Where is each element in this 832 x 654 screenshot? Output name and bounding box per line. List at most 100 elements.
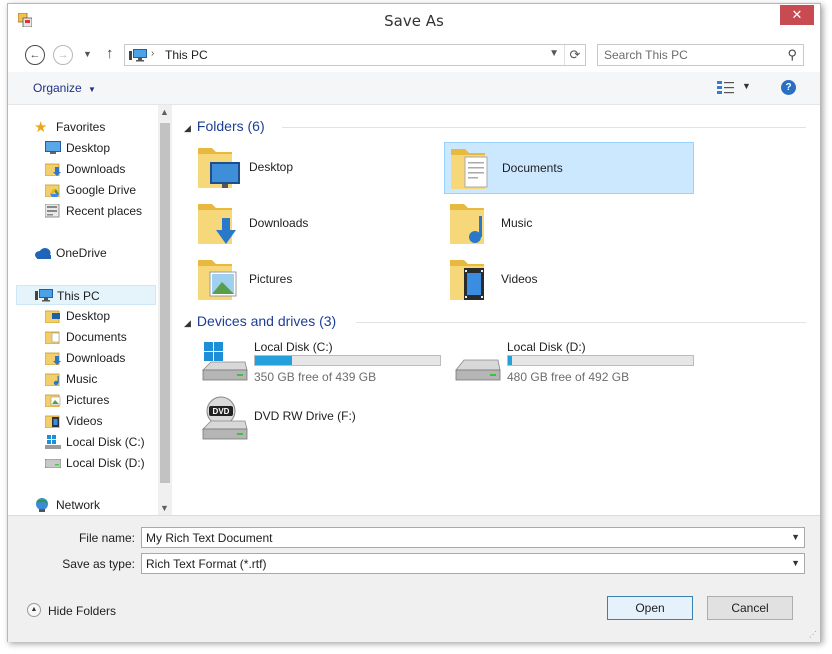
organize-label: Organize bbox=[33, 81, 82, 95]
chevron-down-icon[interactable]: ▼ bbox=[791, 558, 800, 568]
save-as-dialog: Save As ✕ ← → ▼ ↑ › This PC ▼ ⟳ ⚲ Organi… bbox=[7, 3, 821, 642]
close-button[interactable]: ✕ bbox=[780, 5, 814, 25]
forward-button[interactable]: → bbox=[53, 45, 73, 65]
chevron-down-icon: ▼ bbox=[88, 85, 96, 94]
folder-tile-videos[interactable]: Videos bbox=[444, 254, 694, 306]
search-icon[interactable]: ⚲ bbox=[787, 47, 797, 63]
command-toolbar: Organize ▼ ▼ ? bbox=[8, 72, 820, 105]
drive-usage-fill bbox=[255, 356, 292, 365]
drive-icon bbox=[455, 359, 501, 381]
sidebar-item-google-drive[interactable]: Google Drive bbox=[16, 180, 156, 200]
google-drive-folder-icon bbox=[45, 184, 60, 197]
sidebar-item-pc-downloads[interactable]: Downloads bbox=[16, 348, 156, 368]
sidebar-item-recent-places[interactable]: Recent places bbox=[16, 201, 156, 221]
onedrive-cloud-icon bbox=[35, 248, 51, 259]
devices-group-header[interactable]: ◢ Devices and drives (3) bbox=[184, 313, 336, 329]
navigation-bar: ← → ▼ ↑ › This PC ▼ ⟳ ⚲ bbox=[8, 40, 820, 70]
chevron-down-icon[interactable]: ▼ bbox=[791, 532, 800, 542]
downloads-folder-icon bbox=[45, 163, 61, 176]
search-box[interactable]: ⚲ bbox=[597, 44, 804, 66]
address-dropdown-icon[interactable]: ▼ bbox=[549, 48, 559, 59]
folder-tile-documents[interactable]: Documents bbox=[444, 142, 694, 194]
sidebar-item-local-disk-c[interactable]: Local Disk (C:) bbox=[16, 432, 156, 452]
sidebar-item-pc-music[interactable]: Music bbox=[16, 369, 156, 389]
sidebar-item-this-pc[interactable]: This PC bbox=[16, 285, 156, 305]
videos-folder-icon bbox=[45, 415, 60, 428]
sidebar-item-downloads[interactable]: Downloads bbox=[16, 159, 156, 179]
chevron-down-icon: ▼ bbox=[83, 49, 92, 59]
save-as-type-select[interactable]: Rich Text Format (*.rtf) ▼ bbox=[141, 553, 805, 574]
back-arrow-icon: ← bbox=[29, 49, 41, 61]
content-pane: ◢ Folders (6) Desktop Documents Download… bbox=[174, 105, 814, 515]
folder-tile-pictures[interactable]: Pictures bbox=[192, 254, 442, 306]
documents-folder-icon bbox=[451, 149, 488, 189]
downloads-folder-icon bbox=[45, 352, 61, 365]
file-name-input[interactable]: My Rich Text Document ▼ bbox=[141, 527, 805, 548]
open-button[interactable]: Open bbox=[607, 596, 693, 620]
save-options-panel: File name: My Rich Text Document ▼ Save … bbox=[8, 515, 820, 642]
drive-tile-c[interactable]: Local Disk (C:) 350 GB free of 439 GB bbox=[201, 340, 451, 390]
star-icon: ★ bbox=[34, 119, 48, 136]
drive-tile-d[interactable]: Local Disk (D:) 480 GB free of 492 GB bbox=[454, 340, 704, 390]
navigation-scrollbar[interactable]: ▲ ▼ bbox=[158, 105, 172, 515]
refresh-icon: ⟳ bbox=[569, 47, 581, 62]
window-title: Save As bbox=[384, 12, 444, 30]
computer-icon bbox=[35, 289, 53, 302]
view-options-dropdown[interactable]: ▼ bbox=[742, 81, 751, 91]
drive-usage-bar bbox=[507, 355, 694, 366]
sidebar-item-onedrive[interactable]: OneDrive bbox=[16, 243, 156, 263]
title-bar: Save As ✕ bbox=[8, 4, 820, 36]
navigation-pane: ★ Favorites Desktop Downloads Google Dri… bbox=[16, 105, 156, 515]
folder-icon bbox=[45, 310, 60, 323]
collapse-triangle-icon: ◢ bbox=[184, 123, 191, 133]
folder-tile-desktop[interactable]: Desktop bbox=[192, 142, 442, 194]
sidebar-item-favorites[interactable]: ★ Favorites bbox=[16, 117, 156, 137]
cancel-button[interactable]: Cancel bbox=[707, 596, 793, 620]
sidebar-item-pc-desktop[interactable]: Desktop bbox=[16, 306, 156, 326]
chevron-up-icon[interactable]: ▲ bbox=[160, 107, 169, 117]
windows-drive-icon bbox=[45, 435, 61, 449]
documents-folder-icon bbox=[45, 331, 60, 344]
sidebar-item-network[interactable]: Network bbox=[16, 495, 156, 515]
group-divider bbox=[282, 127, 806, 128]
videos-folder-icon bbox=[450, 260, 484, 300]
address-bar[interactable]: › This PC ▼ ⟳ bbox=[124, 44, 586, 66]
music-folder-icon bbox=[45, 373, 60, 386]
drive-usage-fill bbox=[508, 356, 513, 365]
resize-grip-icon[interactable]: ⋰ bbox=[809, 630, 817, 639]
save-as-type-label: Save as type: bbox=[62, 557, 135, 571]
pictures-folder-icon bbox=[198, 260, 237, 300]
drive-tile-dvd[interactable]: DVD DVD RW Drive (F:) bbox=[201, 395, 451, 445]
forward-arrow-icon: → bbox=[57, 49, 69, 61]
folder-tile-downloads[interactable]: Downloads bbox=[192, 198, 442, 250]
sidebar-item-local-disk-d[interactable]: Local Disk (D:) bbox=[16, 453, 156, 473]
search-input[interactable] bbox=[604, 48, 774, 62]
address-location: This PC bbox=[165, 48, 208, 62]
chevron-up-icon: ▲ bbox=[27, 603, 41, 617]
drive-icon bbox=[45, 459, 61, 468]
svg-text:DVD: DVD bbox=[213, 407, 230, 416]
change-view-icon[interactable] bbox=[717, 80, 735, 96]
recent-locations-button[interactable]: ▼ bbox=[83, 49, 92, 59]
drive-usage-bar bbox=[254, 355, 441, 366]
collapse-triangle-icon: ◢ bbox=[184, 318, 191, 328]
folder-tile-music[interactable]: Music bbox=[444, 198, 694, 250]
up-button[interactable]: ↑ bbox=[106, 45, 114, 62]
folders-group-header[interactable]: ◢ Folders (6) bbox=[184, 118, 265, 134]
up-arrow-icon: ↑ bbox=[106, 45, 114, 62]
computer-icon bbox=[129, 49, 147, 62]
network-icon bbox=[36, 498, 48, 512]
file-name-label: File name: bbox=[78, 531, 135, 545]
sidebar-item-desktop[interactable]: Desktop bbox=[16, 138, 156, 158]
scroll-thumb[interactable] bbox=[160, 123, 170, 483]
pictures-folder-icon bbox=[45, 394, 61, 407]
help-icon[interactable]: ? bbox=[781, 80, 796, 95]
sidebar-item-pc-documents[interactable]: Documents bbox=[16, 327, 156, 347]
sidebar-item-pc-pictures[interactable]: Pictures bbox=[16, 390, 156, 410]
sidebar-item-pc-videos[interactable]: Videos bbox=[16, 411, 156, 431]
chevron-down-icon[interactable]: ▼ bbox=[160, 503, 169, 513]
organize-button[interactable]: Organize ▼ bbox=[33, 81, 96, 95]
refresh-button[interactable]: ⟳ bbox=[564, 45, 585, 65]
back-button[interactable]: ← bbox=[25, 45, 45, 65]
dvd-drive-icon: DVD bbox=[202, 396, 248, 440]
